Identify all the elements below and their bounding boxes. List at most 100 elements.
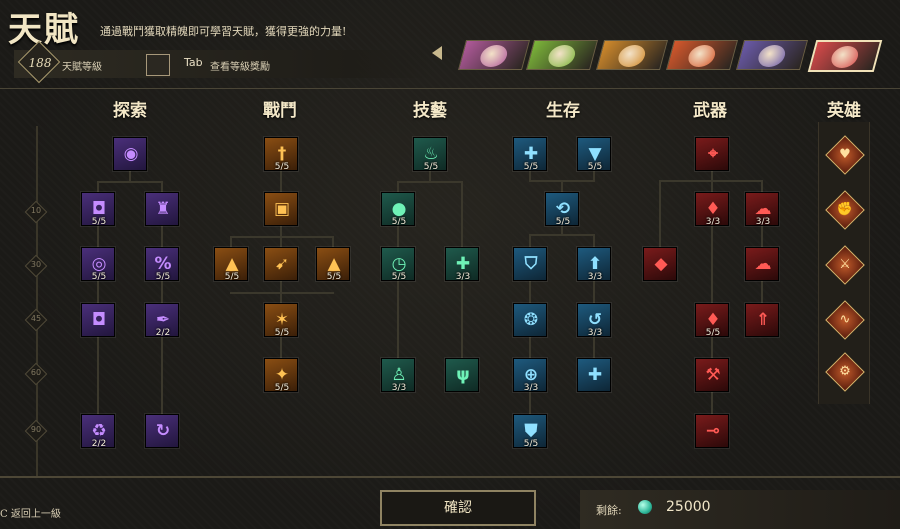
- pouch-icon: ♜: [155, 199, 171, 219]
- level-marker-60: 60: [24, 362, 48, 386]
- talent-survival-node[interactable]: ✚: [577, 358, 611, 392]
- back-button[interactable]: C 返回上一級: [0, 505, 61, 520]
- talent-explore-node[interactable]: ◘ 5/5: [81, 192, 115, 227]
- talent-survival-node[interactable]: ✚ 5/5: [513, 137, 547, 172]
- talent-explore-root[interactable]: ◉: [113, 137, 147, 171]
- remaining-value: 25000: [666, 499, 711, 515]
- talent-explore-node[interactable]: ♻ 2/2: [81, 414, 115, 449]
- talent-weapon-node[interactable]: ⊸: [695, 414, 729, 448]
- hero-face-icon: [755, 45, 788, 67]
- hero-face-icon: [477, 45, 510, 67]
- hero-face-icon: [685, 45, 718, 67]
- hero-face-icon: [828, 46, 861, 68]
- flame-icon: ♨: [423, 144, 439, 164]
- level-marker-30: 30: [24, 254, 48, 278]
- talent-skill-node[interactable]: ● 5/5: [381, 192, 415, 227]
- coin-icon: ◘: [91, 310, 107, 330]
- talent-explore-node[interactable]: ↻: [145, 414, 179, 448]
- hero-portrait-5[interactable]: [735, 40, 809, 70]
- crystal-icon: ♦: [705, 310, 721, 330]
- health-ring-icon: ⊕: [523, 365, 539, 385]
- talent-level-label: 天賦等級: [62, 62, 102, 73]
- view-level-rewards-label[interactable]: 查看等級獎勵: [210, 58, 270, 73]
- talent-weapon-node[interactable]: ♦ 3/3: [695, 192, 729, 227]
- talent-explore-node[interactable]: % 5/5: [145, 247, 179, 282]
- hero-face-icon: [615, 45, 648, 67]
- talent-weapon-node[interactable]: ⚒: [695, 358, 729, 392]
- talent-survival-node[interactable]: ⟲ 5/5: [545, 192, 579, 227]
- level-marker-90: 90: [24, 419, 48, 443]
- category-survival: 生存: [546, 101, 580, 121]
- sword-icon: †: [277, 144, 287, 164]
- talent-combat-node[interactable]: ➹: [264, 247, 298, 281]
- talent-combat-node[interactable]: ▲ 5/5: [316, 247, 350, 282]
- talent-combat-node[interactable]: ▣: [264, 192, 298, 226]
- talent-weapon-node[interactable]: ⇑: [745, 303, 779, 337]
- header-divider: [0, 88, 900, 89]
- talent-combat-node[interactable]: ✦ 5/5: [264, 358, 298, 393]
- level-marker-45: 45: [24, 308, 48, 332]
- talent-combat-node[interactable]: ▲ 5/5: [214, 247, 248, 282]
- discount-icon: %: [154, 254, 172, 274]
- talent-explore-node[interactable]: ♜: [145, 192, 179, 226]
- talent-skill-node[interactable]: ✚ 3/3: [445, 247, 479, 282]
- arrow-up-icon: ⬆: [587, 254, 603, 274]
- armor-icon: ▼: [588, 144, 602, 164]
- hero-portrait-6[interactable]: [807, 40, 883, 72]
- talent-survival-node[interactable]: ⊕ 3/3: [513, 358, 547, 393]
- heart-icon: ♥: [839, 147, 851, 162]
- talent-skill-node[interactable]: ♨ 5/5: [413, 137, 447, 172]
- talent-weapon-node[interactable]: ☁ 3/3: [745, 192, 779, 227]
- hero-portrait-3[interactable]: [595, 40, 669, 70]
- talent-skill-node[interactable]: ψ: [445, 358, 479, 392]
- talent-survival-node[interactable]: ▼ 5/5: [577, 137, 611, 172]
- remaining-points-bar: [580, 490, 900, 529]
- talent-explore-node[interactable]: ◎ 5/5: [81, 247, 115, 282]
- cycle-icon: ⟲: [555, 199, 571, 219]
- hero-portrait-1[interactable]: [457, 40, 531, 70]
- reward-chest-icon[interactable]: [146, 54, 170, 76]
- swirl-icon: ❂: [523, 310, 539, 330]
- heal-icon: ✚: [455, 254, 471, 274]
- talent-combat-node[interactable]: ✶ 5/5: [264, 303, 298, 338]
- hero-portrait-4[interactable]: [665, 40, 739, 70]
- talent-explore-node[interactable]: ✒ 2/2: [145, 303, 179, 338]
- prev-hero-arrow-icon[interactable]: [432, 46, 442, 60]
- spirit-gem-icon: [638, 500, 652, 514]
- slash-icon: ⚔: [839, 257, 851, 272]
- talent-weapon-node[interactable]: ♦ 5/5: [695, 303, 729, 338]
- crosshair-icon: ⌖: [708, 144, 718, 164]
- category-combat: 戰鬥: [263, 101, 297, 121]
- talent-survival-node[interactable]: ⬆ 3/3: [577, 247, 611, 282]
- cloud-icon: ☁: [754, 254, 772, 274]
- talent-weapon-node[interactable]: ☁: [745, 247, 779, 281]
- clock-icon: ◷: [391, 254, 407, 274]
- level-marker-10: 10: [24, 200, 48, 224]
- talent-skill-node[interactable]: ◷ 5/5: [381, 247, 415, 282]
- chest-icon: ▣: [273, 199, 291, 219]
- potion-icon: ♙: [391, 365, 407, 385]
- talent-explore-node[interactable]: ◘: [81, 303, 115, 337]
- talent-survival-node[interactable]: ❂: [513, 303, 547, 337]
- confirm-button[interactable]: 確認: [380, 490, 536, 526]
- page-description: 通過戰鬥獲取精魄即可學習天賦，獲得更強的力量!: [100, 25, 347, 38]
- talent-weapon-node[interactable]: ◆: [643, 247, 677, 281]
- gun-icon: ⊸: [705, 421, 721, 441]
- cloud-burst-icon: ☁: [754, 199, 772, 219]
- category-skill: 技藝: [413, 101, 447, 121]
- talent-survival-node[interactable]: ⛉: [513, 247, 547, 281]
- talent-combat-node[interactable]: † 5/5: [264, 137, 298, 172]
- health-plus-icon: ✚: [523, 144, 539, 164]
- talent-skill-node[interactable]: ♙ 3/3: [381, 358, 415, 393]
- talent-weapon-node[interactable]: ⌖: [695, 137, 729, 171]
- recycle-icon: ♻: [91, 421, 107, 441]
- remaining-label: 剩餘:: [596, 504, 622, 517]
- swirl-icon: ◉: [123, 144, 139, 164]
- refresh-icon: ↻: [155, 421, 171, 441]
- hero-portrait-2[interactable]: [525, 40, 599, 70]
- shield-icon: ⛉: [524, 254, 538, 274]
- talent-survival-node[interactable]: ↺ 3/3: [577, 303, 611, 338]
- gem-icon: ◆: [654, 254, 668, 274]
- footer-divider: [0, 476, 900, 478]
- talent-survival-node[interactable]: ⛊ 5/5: [513, 414, 547, 449]
